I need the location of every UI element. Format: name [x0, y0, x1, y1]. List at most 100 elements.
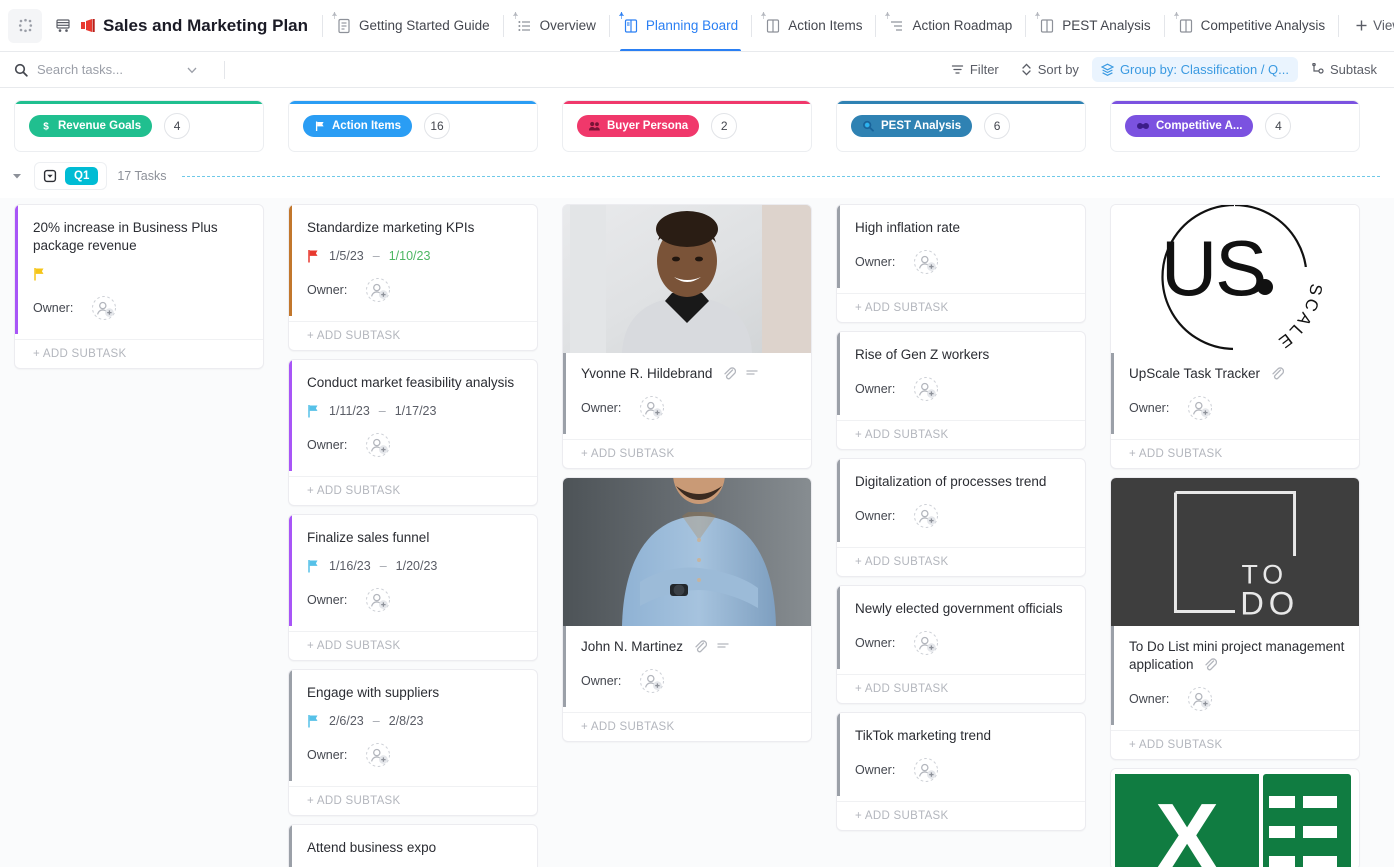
- board-title[interactable]: Sales and Marketing Plan: [56, 16, 322, 36]
- tab-action-items[interactable]: Action Items: [752, 0, 875, 51]
- task-card[interactable]: John N. Martinez Owner: + ADD SUBTASK: [562, 477, 812, 742]
- add-owner-avatar-icon[interactable]: [913, 757, 939, 783]
- search-input[interactable]: [37, 62, 177, 77]
- card-image-upscale-logo[interactable]: US SCALE: [1111, 205, 1359, 355]
- timeline-icon: [891, 20, 903, 31]
- group-pill[interactable]: Q1: [34, 162, 108, 190]
- search-box[interactable]: [14, 62, 214, 77]
- tab-action-roadmap[interactable]: Action Roadmap: [876, 0, 1025, 51]
- drag-handle-icon[interactable]: [8, 8, 42, 43]
- add-view-button[interactable]: View: [1339, 18, 1394, 33]
- tab-pest-analysis[interactable]: PEST Analysis: [1026, 0, 1163, 51]
- task-card[interactable]: Yvonne R. Hildebrand Owner: + ADD SUBTAS…: [562, 204, 812, 469]
- tab-getting-started-guide[interactable]: Getting Started Guide: [323, 0, 503, 51]
- add-subtask-button[interactable]: + ADD SUBTASK: [289, 321, 537, 350]
- flag-icon[interactable]: [307, 714, 320, 728]
- add-subtask-button[interactable]: + ADD SUBTASK: [837, 420, 1085, 449]
- task-card[interactable]: X: [1110, 768, 1360, 867]
- column-revenue-goals: 20% increase in Business Plus package re…: [14, 204, 264, 867]
- add-subtask-button[interactable]: + ADD SUBTASK: [837, 293, 1085, 322]
- task-card[interactable]: Standardize marketing KPIs 1/5/23 – 1/10…: [288, 204, 538, 351]
- sort-button[interactable]: Sort by: [1012, 57, 1088, 82]
- add-subtask-button[interactable]: + ADD SUBTASK: [1111, 439, 1359, 468]
- card-date-row[interactable]: 1/16/23 – 1/20/23: [307, 559, 523, 573]
- tab-planning-board[interactable]: Planning Board: [610, 0, 751, 51]
- add-owner-avatar-icon[interactable]: [365, 587, 391, 613]
- add-owner-avatar-icon[interactable]: [365, 432, 391, 458]
- card-date-row[interactable]: 1/11/23 – 1/17/23: [307, 404, 523, 418]
- add-owner-avatar-icon[interactable]: [913, 503, 939, 529]
- card-image-todo-logo[interactable]: TO DO: [1111, 478, 1359, 626]
- group-by-button[interactable]: Group by: Classification / Q...: [1091, 57, 1299, 82]
- flag-icon[interactable]: [33, 267, 46, 281]
- task-card[interactable]: High inflation rate Owner: + ADD SUBTASK: [836, 204, 1086, 323]
- flag-icon[interactable]: [307, 249, 320, 263]
- collapse-caret-icon[interactable]: [10, 169, 24, 183]
- add-owner-avatar-icon[interactable]: [913, 376, 939, 402]
- add-subtask-button[interactable]: + ADD SUBTASK: [289, 631, 537, 660]
- board-toolbar: Filter Sort by Group by: Classification …: [0, 52, 1394, 88]
- column-header-action-items[interactable]: Action Items 16: [288, 100, 538, 152]
- task-card[interactable]: Engage with suppliers 2/6/23 – 2/8/23 Ow…: [288, 669, 538, 816]
- add-owner-avatar-icon[interactable]: [639, 668, 665, 694]
- add-owner-avatar-icon[interactable]: [365, 277, 391, 303]
- task-card[interactable]: Conduct market feasibility analysis 1/11…: [288, 359, 538, 506]
- card-start-date: 1/11/23: [329, 404, 370, 418]
- add-subtask-button[interactable]: + ADD SUBTASK: [837, 547, 1085, 576]
- attachment-icon[interactable]: [693, 639, 707, 653]
- card-date-row[interactable]: 1/5/23 – 1/10/23: [307, 249, 523, 263]
- column-name: PEST Analysis: [881, 120, 962, 132]
- add-owner-avatar-icon[interactable]: [913, 249, 939, 275]
- column-header-competitive-analysis[interactable]: Competitive A... 4: [1110, 100, 1360, 152]
- column-header-buyer-persona[interactable]: Buyer Persona 2: [562, 100, 812, 152]
- description-icon[interactable]: [745, 366, 759, 380]
- add-subtask-button[interactable]: + ADD SUBTASK: [289, 476, 537, 505]
- task-card[interactable]: Digitalization of processes trend Owner:…: [836, 458, 1086, 577]
- flag-icon[interactable]: [307, 559, 320, 573]
- add-subtask-button[interactable]: + ADD SUBTASK: [1111, 730, 1359, 759]
- add-subtask-button[interactable]: + ADD SUBTASK: [837, 801, 1085, 830]
- column-header-revenue-goals[interactable]: $ Revenue Goals 4: [14, 100, 264, 152]
- column-name: Revenue Goals: [58, 120, 142, 132]
- board-icon: [1041, 18, 1054, 33]
- task-card[interactable]: US SCALE UpScale Task Tracker Owner: + A…: [1110, 204, 1360, 469]
- task-card[interactable]: Finalize sales funnel 1/16/23 – 1/20/23 …: [288, 514, 538, 661]
- add-owner-avatar-icon[interactable]: [913, 630, 939, 656]
- pin-icon: [761, 12, 767, 19]
- add-owner-avatar-icon[interactable]: [91, 295, 117, 321]
- add-subtask-button[interactable]: + ADD SUBTASK: [563, 439, 811, 468]
- chevron-down-icon[interactable]: [186, 64, 198, 76]
- filter-button[interactable]: Filter: [942, 57, 1008, 82]
- owner-label: Owner:: [855, 509, 896, 523]
- add-subtask-button[interactable]: + ADD SUBTASK: [289, 786, 537, 815]
- task-card[interactable]: 20% increase in Business Plus package re…: [14, 204, 264, 369]
- add-subtask-button[interactable]: + ADD SUBTASK: [837, 674, 1085, 703]
- tab-label: Planning Board: [645, 18, 739, 33]
- attachment-icon[interactable]: [1270, 366, 1284, 380]
- task-card[interactable]: Rise of Gen Z workers Owner: + ADD SUBTA…: [836, 331, 1086, 450]
- add-owner-avatar-icon[interactable]: [639, 395, 665, 421]
- attachment-icon[interactable]: [1203, 657, 1217, 671]
- task-card[interactable]: Attend business expo 2/15/23 – 2/17/23 O…: [288, 824, 538, 867]
- card-date-row[interactable]: 2/6/23 – 2/8/23: [307, 714, 523, 728]
- tab-overview[interactable]: Overview: [504, 0, 609, 51]
- card-image-excel-logo[interactable]: X: [1111, 769, 1359, 867]
- add-subtask-button[interactable]: + ADD SUBTASK: [15, 339, 263, 368]
- column-header-pest-analysis[interactable]: PEST Analysis 6: [836, 100, 1086, 152]
- card-image-photo-man[interactable]: [563, 478, 811, 626]
- task-card[interactable]: TO DO To Do List mini project management…: [1110, 477, 1360, 760]
- add-owner-avatar-icon[interactable]: [1187, 395, 1213, 421]
- subtasks-button[interactable]: Subtask: [1302, 57, 1386, 82]
- add-subtask-button[interactable]: + ADD SUBTASK: [563, 712, 811, 741]
- tab-competitive-analysis[interactable]: Competitive Analysis: [1165, 0, 1339, 51]
- task-card[interactable]: Newly elected government officials Owner…: [836, 585, 1086, 704]
- flag-icon[interactable]: [307, 404, 320, 418]
- task-card[interactable]: TikTok marketing trend Owner: + ADD SUBT…: [836, 712, 1086, 831]
- card-image-photo-woman[interactable]: [563, 205, 811, 353]
- description-icon[interactable]: [716, 639, 730, 653]
- board-title-text: Sales and Marketing Plan: [103, 15, 309, 35]
- attachment-icon[interactable]: [722, 366, 736, 380]
- add-owner-avatar-icon[interactable]: [1187, 686, 1213, 712]
- add-owner-avatar-icon[interactable]: [365, 742, 391, 768]
- tab-label: Action Roadmap: [912, 18, 1013, 33]
